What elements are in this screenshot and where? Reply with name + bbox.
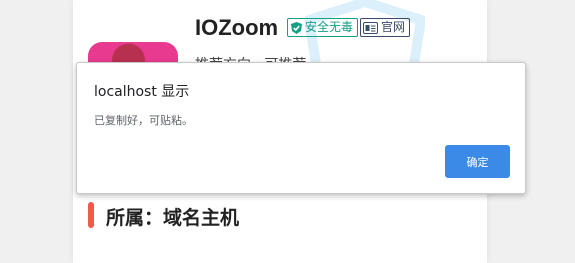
alert-dialog: localhost 显示 已复制好，可贴粘。 确定	[76, 62, 526, 194]
official-badge-label: 官网	[381, 20, 406, 34]
section-title: 所属：域名主机	[106, 207, 240, 229]
safe-badge: 安全无毒	[287, 18, 359, 37]
app-title: IOZoom	[195, 15, 279, 40]
official-badge[interactable]: 官网	[360, 18, 411, 37]
id-card-icon	[363, 21, 378, 34]
ok-button[interactable]: 确定	[445, 145, 510, 178]
safe-badge-label: 安全无毒	[305, 20, 354, 34]
section-marker	[88, 202, 94, 228]
dialog-message: 已复制好，可贴粘。	[94, 114, 193, 127]
dialog-title: localhost 显示	[94, 84, 190, 100]
shield-check-icon	[291, 21, 302, 34]
